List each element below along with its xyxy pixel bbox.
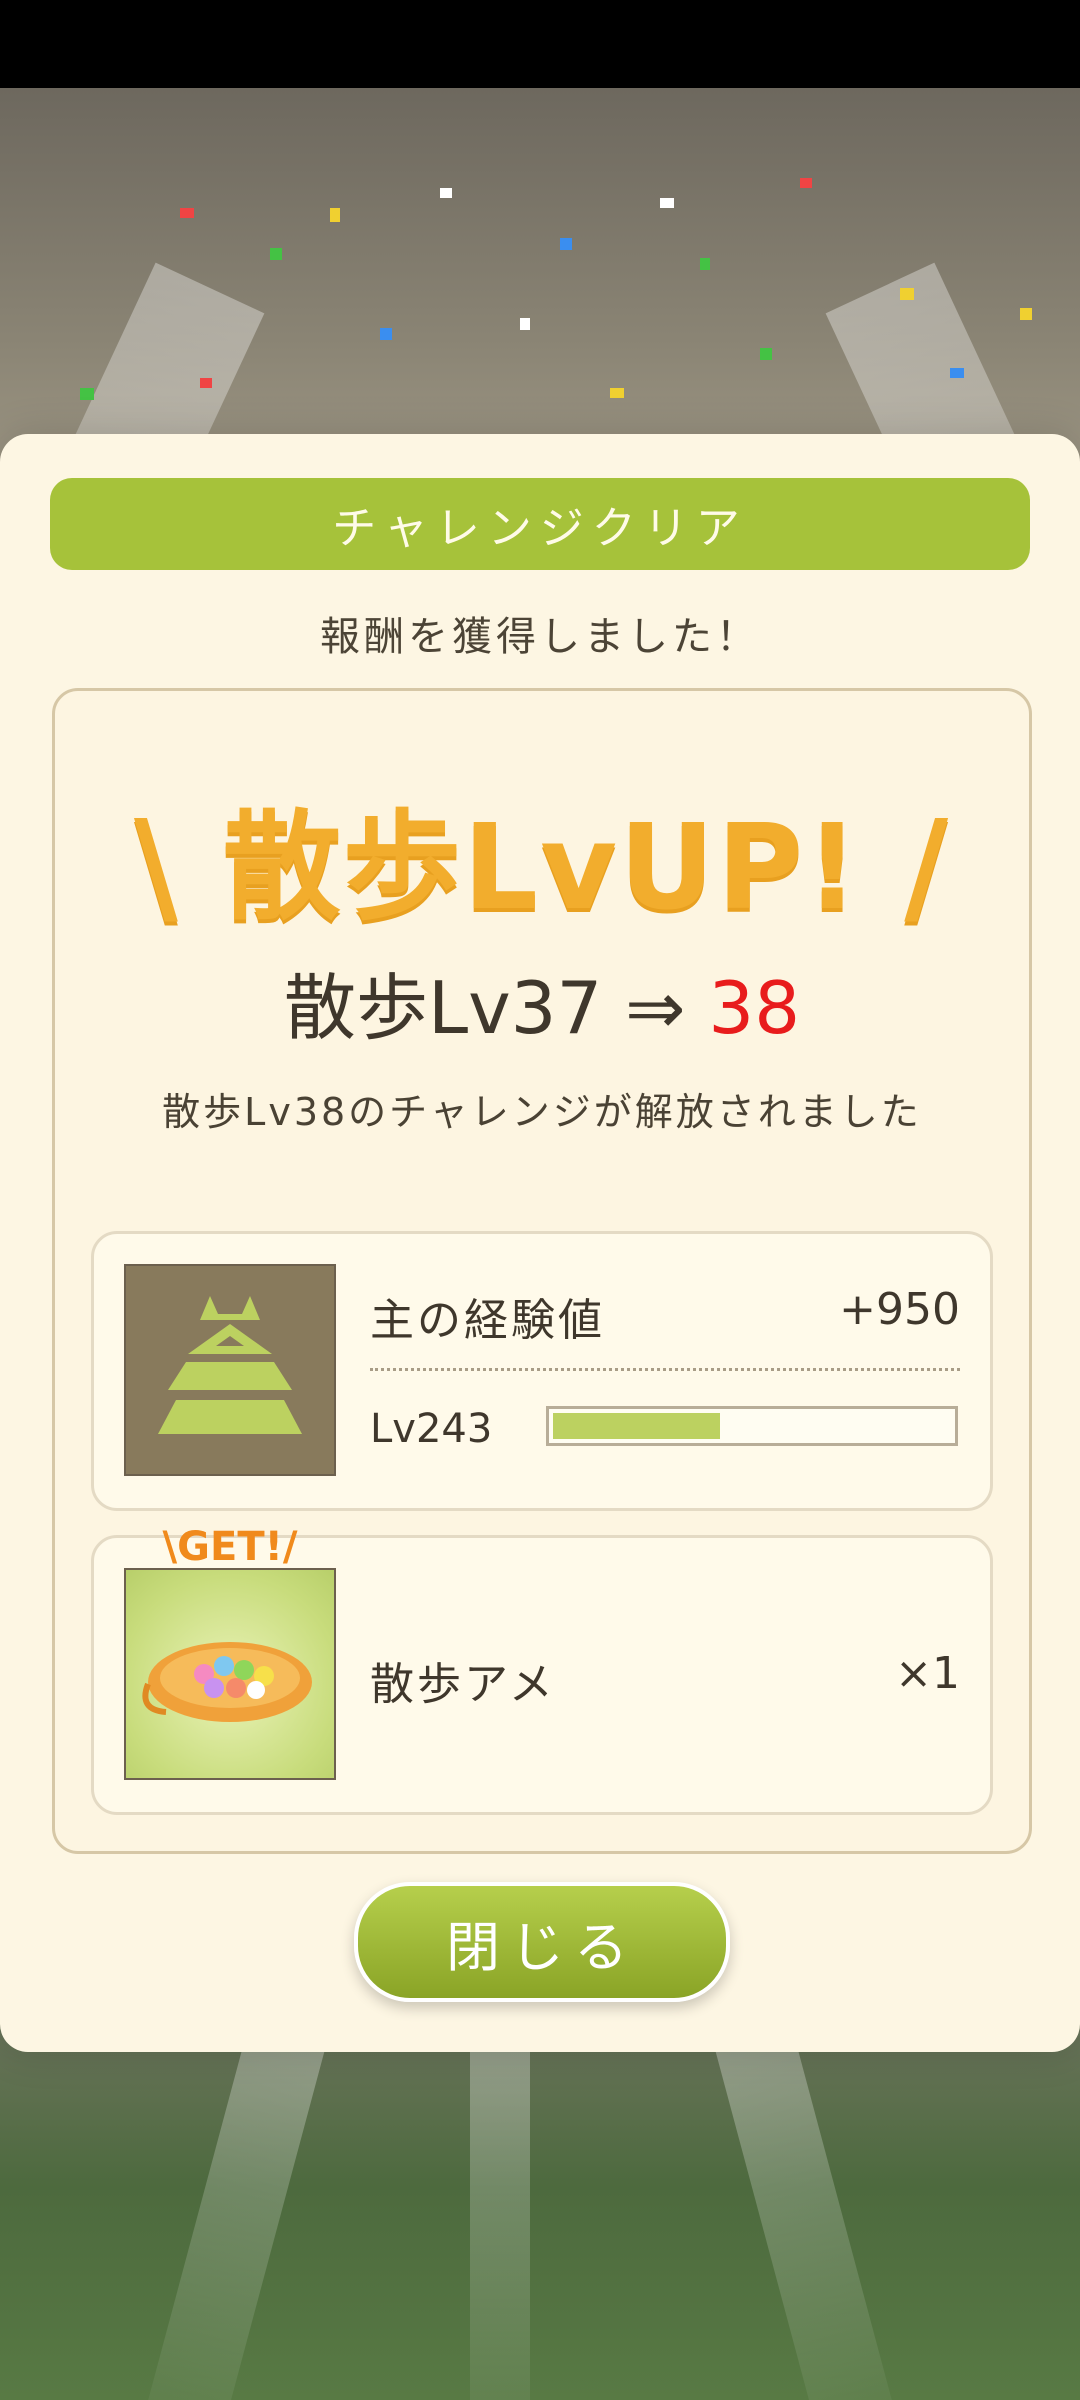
dialog-title: チャレンジクリア [50, 478, 1030, 570]
challenge-clear-dialog: チャレンジクリア 報酬を獲得しました！ \ 散歩LvUP! / 散歩Lv37 ⇒… [0, 434, 1080, 2052]
reward-row-candy: \GET!/ 散歩アメ ×1 [91, 1524, 993, 1815]
new-level: 38 [708, 966, 801, 1050]
exp-progress-fill [553, 1413, 721, 1439]
level-change: 散歩Lv37 ⇒ 38 [55, 949, 1029, 1054]
reward-row-exp: 主の経験値 +950 Lv243 [91, 1231, 993, 1511]
castle-icon [124, 1264, 336, 1476]
exp-label: 主の経験値 [370, 1295, 605, 1346]
level-change-prefix: 散歩Lv37 ⇒ [283, 966, 709, 1050]
candy-icon [124, 1568, 336, 1780]
get-badge: \GET!/ [162, 1524, 298, 1570]
exp-progress-bar [546, 1406, 958, 1446]
candy-quantity: ×1 [895, 1648, 960, 1699]
status-bar [0, 0, 1080, 88]
candy-label: 散歩アメ [370, 1659, 556, 1710]
lvup-banner: \ 散歩LvUP! / [133, 794, 951, 941]
player-level: Lv243 [370, 1406, 493, 1452]
close-button[interactable]: 閉じる [354, 1882, 730, 2002]
exp-value: +950 [839, 1284, 960, 1335]
unlock-message: 散歩Lv38のチャレンジが解放されました [162, 1090, 922, 1134]
divider [370, 1368, 960, 1371]
reward-panel: \ 散歩LvUP! / 散歩Lv37 ⇒ 38 散歩Lv38のチャレンジが解放さ… [52, 688, 1032, 1854]
reward-subtitle: 報酬を獲得しました！ [320, 614, 760, 660]
lvup-banner-text: 散歩LvUP! [222, 798, 862, 936]
